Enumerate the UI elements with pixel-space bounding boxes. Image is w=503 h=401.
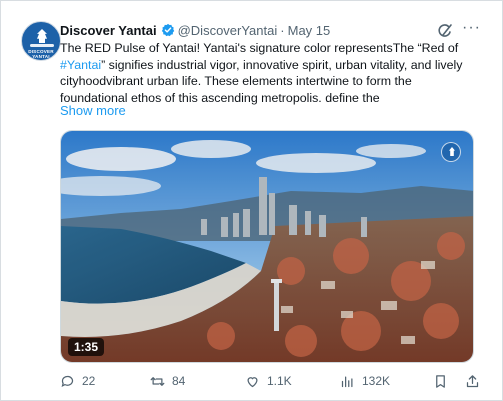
grok-icon[interactable]	[437, 23, 453, 39]
avatar[interactable]: DISCOVER YANTAI	[21, 21, 61, 61]
video-duration-badge: 1:35	[68, 338, 105, 356]
separator-dot: ·	[280, 22, 285, 38]
author-name[interactable]: Discover Yantai	[60, 23, 157, 38]
like-count: 1.1K	[267, 374, 292, 388]
views-count: 132K	[362, 374, 391, 388]
tweet-text-line: cityhoodvibrant urban life. These elemen…	[60, 74, 412, 89]
verified-badge-icon	[161, 23, 174, 37]
video-player[interactable]	[60, 130, 474, 363]
repost-button[interactable]: 84	[150, 372, 185, 390]
like-icon	[247, 376, 258, 387]
repost-icon	[150, 376, 165, 386]
share-button[interactable]	[465, 372, 487, 390]
repost-count: 84	[172, 374, 186, 388]
more-options-icon[interactable]: ···	[462, 20, 482, 38]
action-bar: 22 84 1.1K 132K	[0, 372, 503, 390]
tweet-text: The RED Pulse of Yantai! Yantai's signat…	[60, 40, 490, 106]
hashtag-link[interactable]: #Yantai	[60, 58, 101, 72]
bookmark-icon	[436, 374, 445, 388]
post-date[interactable]: May 15	[288, 23, 331, 38]
share-icon	[466, 374, 479, 387]
tweet-text-line: The RED Pulse of Yantai! Yantai's signat…	[60, 41, 459, 55]
reply-icon	[61, 375, 74, 387]
author-handle[interactable]: @DiscoverYantai	[178, 23, 278, 38]
avatar-text-line2: YANTAI	[32, 54, 50, 59]
pagoda-logo-icon	[37, 29, 47, 43]
reply-button[interactable]: 22	[60, 372, 95, 390]
bookmark-button[interactable]	[433, 372, 455, 390]
video-thumbnail	[61, 131, 473, 362]
reply-count: 22	[82, 374, 96, 388]
channel-watermark-icon	[441, 142, 461, 162]
tweet-header: Discover Yantai @DiscoverYantai · May 15	[60, 20, 330, 40]
like-button[interactable]: 1.1K	[245, 372, 292, 390]
tweet-text-line: #Yantai” signifies industrial vigor, inn…	[60, 57, 463, 72]
views-button[interactable]: 132K	[340, 372, 390, 390]
show-more-link[interactable]: Show more	[60, 103, 126, 118]
views-icon	[341, 376, 353, 387]
